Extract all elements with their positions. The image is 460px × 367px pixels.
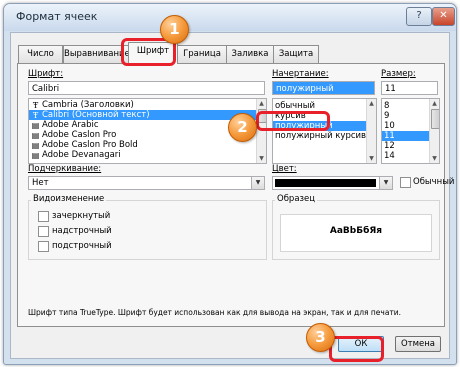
scroll-thumb[interactable] [431,109,439,129]
dialog-title: Формат ячеек [16,10,98,23]
scroll-up-icon[interactable]: ▲ [367,99,376,108]
normal-font-checkbox[interactable] [400,177,411,188]
annotation-badge-2: 2 [228,113,257,142]
strikethrough-checkbox[interactable] [38,211,49,222]
close-button[interactable]: ✕ [432,7,455,26]
font-tab-panel: Шрифт: Calibri Ŧ Cambria (Заголовки) Ŧ Cal… [17,63,454,327]
subscript-label: подстрочный [52,241,112,251]
preview-sample-text: АаВbБбЯя [325,226,387,236]
underline-dropdown[interactable]: Нет ▼ [28,176,265,190]
superscript-label: надстрочный [52,226,112,236]
annotation-badge-3: 3 [306,323,335,352]
annotation-highlight-ok-button [329,336,384,362]
font-list-item[interactable]: ▤ Adobe Caslon Pro [29,130,257,140]
preview-box: АаВbБбЯя [280,214,432,252]
size-list-item[interactable]: 12 [382,141,430,151]
size-input[interactable]: 11 [381,81,438,95]
preview-title: Образец [275,194,318,204]
annotation-badge-1: 1 [160,15,189,44]
color-label: Цвет: [272,164,297,174]
style-list-item[interactable]: обычный [273,101,367,111]
scroll-up-icon[interactable]: ▲ [257,99,266,108]
size-list[interactable]: 8 9 10 11 12 14 ▲ ▼ [381,98,440,164]
opentype-font-icon: ▤ [31,121,40,130]
style-input[interactable]: полужирный [272,81,375,95]
font-list-item-selected[interactable]: Ŧ Calibri (Основной текст) [29,110,257,120]
size-label: Размер: [381,69,416,79]
strikethrough-label: зачеркнутый [52,211,111,221]
size-list-item[interactable]: 10 [382,121,430,131]
info-text: Шрифт типа TrueType. Шрифт будет использ… [28,308,402,317]
color-swatch [275,179,376,187]
annotation-highlight-bold-style [256,111,330,131]
font-list-item[interactable]: ▤ Adobe Devanagari [29,150,257,160]
style-list[interactable]: обычный курсив полужирный полужирный кур… [272,98,377,164]
format-cells-dialog: Формат ячеек ? ✕ Число Выравнивание Шриф… [3,3,457,365]
opentype-font-icon: ▤ [31,141,40,150]
effects-title: Видоизменение [31,194,107,204]
font-list-item[interactable]: ▤ Adobe Caslon Pro Bold [29,140,257,150]
size-list-scrollbar[interactable]: ▲ ▼ [429,99,439,163]
opentype-font-icon: ▤ [31,151,40,160]
size-list-item[interactable]: 9 [382,111,430,121]
tab-fill[interactable]: Заливка [226,45,274,63]
style-list-scrollbar[interactable]: ▲ ▼ [366,99,376,163]
dialog-client-area: Число Выравнивание Шрифт Граница Заливка… [10,32,454,359]
title-bar: Формат ячеек ? ✕ [4,4,456,31]
help-button[interactable]: ? [406,7,432,26]
preview-sample: АаВbБбЯя [281,226,431,236]
tab-protection[interactable]: Защита [273,45,319,63]
font-list-scrollbar[interactable]: ▲ ▼ [256,99,266,163]
font-list-item[interactable]: Ŧ Cambria (Заголовки) [29,100,257,110]
opentype-font-icon: ▤ [31,131,40,140]
underline-label: Подчеркивание: [28,164,102,174]
scroll-down-icon[interactable]: ▼ [430,154,439,163]
style-label: Начертание: [272,69,329,79]
tab-border[interactable]: Граница [177,45,227,63]
style-list-item[interactable]: полужирный курсив [273,131,367,141]
font-name-input[interactable]: Calibri [28,81,265,95]
superscript-checkbox[interactable] [38,226,49,237]
screenshot-root: Формат ячеек ? ✕ Число Выравнивание Шриф… [0,0,460,367]
size-list-item[interactable]: 14 [382,151,430,161]
size-list-item[interactable]: 8 [382,101,430,111]
font-list-item[interactable]: ▤ Adobe Arabic [29,120,257,130]
font-label: Шрифт: [28,69,64,79]
tab-number[interactable]: Число [18,45,63,63]
tab-alignment[interactable]: Выравнивание [63,45,130,63]
color-dropdown[interactable]: ▼ [272,176,393,190]
subscript-checkbox[interactable] [38,241,49,252]
truetype-font-icon: Ŧ [32,101,39,110]
chevron-down-icon[interactable]: ▼ [379,177,392,189]
chevron-down-icon[interactable]: ▼ [251,177,264,189]
scroll-down-icon[interactable]: ▼ [257,154,266,163]
normal-font-label: Обычный [413,177,455,187]
scroll-down-icon[interactable]: ▼ [367,154,376,163]
underline-value: Нет [32,178,49,188]
scroll-up-icon[interactable]: ▲ [430,99,439,108]
cancel-button[interactable]: Отмена [395,336,441,352]
truetype-font-icon: Ŧ [32,111,39,120]
size-list-item-selected[interactable]: 11 [382,131,430,141]
